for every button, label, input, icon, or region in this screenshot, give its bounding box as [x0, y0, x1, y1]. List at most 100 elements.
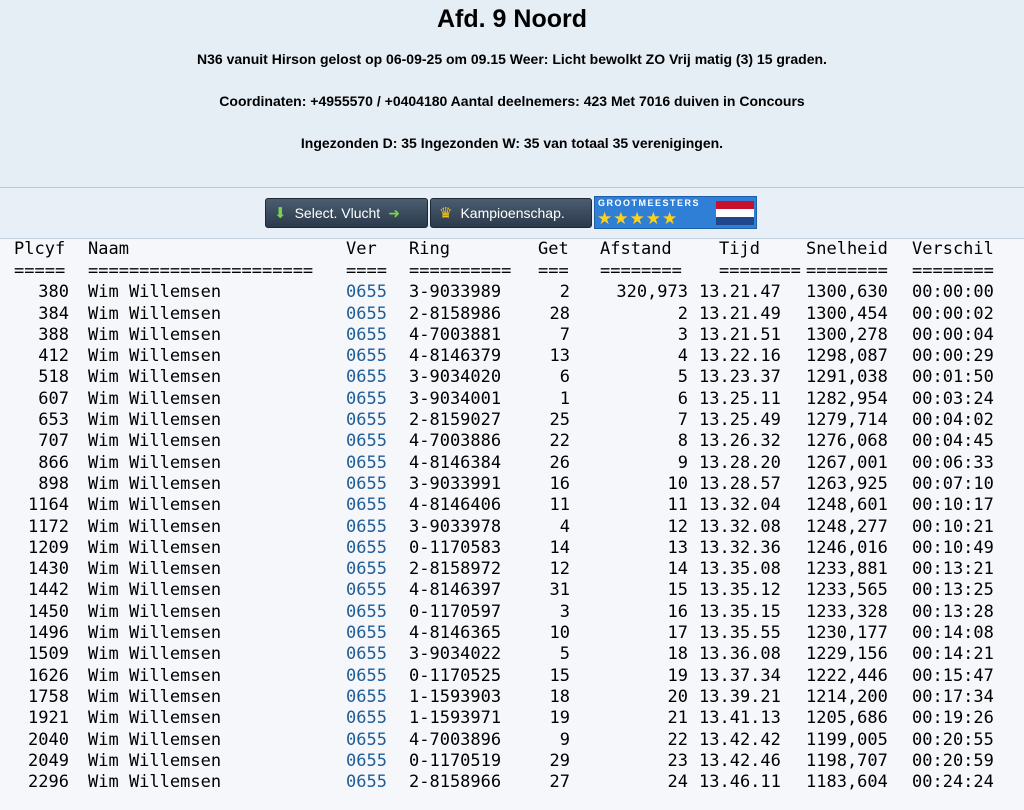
cell-ring: 1-1593903 [409, 686, 502, 707]
cell-time: 13.36.08 [699, 644, 781, 665]
cell-difference: 00:07:10 [912, 473, 994, 494]
cell-distance: 16 [667, 601, 688, 622]
cell-club[interactable]: 0655 [346, 389, 387, 409]
cell-club[interactable]: 0655 [346, 559, 387, 579]
cell-name: Wim Willemsen [88, 324, 222, 345]
cell-difference: 00:00:29 [912, 346, 994, 367]
cell-place: 1758 [28, 686, 69, 707]
cell-name: Wim Willemsen [88, 601, 222, 622]
cell-speed: 1248,601 [806, 495, 888, 516]
cell-place: 380 [38, 282, 69, 303]
table-separator-row: ===== ====================== ==== =========… [0, 261, 1024, 282]
cell-name: Wim Willemsen [88, 708, 222, 729]
separator-difference: ======== [912, 261, 994, 281]
cell-club[interactable]: 0655 [346, 687, 387, 707]
cell-time: 13.21.49 [699, 303, 781, 324]
cell-club[interactable]: 0655 [346, 517, 387, 537]
table-row: 1164 Wim Willemsen 0655 4-8146406 11 11 13.32.… [0, 495, 1024, 516]
cell-speed: 1222,446 [806, 665, 888, 686]
cell-club[interactable]: 0655 [346, 346, 387, 366]
cell-club[interactable]: 0655 [346, 708, 387, 728]
cell-club[interactable]: 0655 [346, 602, 387, 622]
cell-speed: 1229,156 [806, 644, 888, 665]
cell-place: 384 [38, 303, 69, 324]
cell-place: 1442 [28, 580, 69, 601]
cell-club[interactable]: 0655 [346, 474, 387, 494]
cell-club[interactable]: 0655 [346, 580, 387, 600]
coordinates-info: Coordinaten: +4955570 / +0404180 Aantal … [219, 93, 805, 109]
cell-club[interactable]: 0655 [346, 325, 387, 345]
cell-difference: 00:14:08 [912, 623, 994, 644]
cell-club[interactable]: 0655 [346, 304, 387, 324]
cell-club[interactable]: 0655 [346, 410, 387, 430]
table-row: 412 Wim Willemsen 0655 4-8146379 13 4 13.22.16… [0, 346, 1024, 367]
championship-label: Kampioenschap. [460, 205, 565, 221]
cell-time: 13.21.51 [699, 324, 781, 345]
cell-speed: 1233,881 [806, 559, 888, 580]
cell-time: 13.42.46 [699, 750, 781, 771]
cell-place: 1626 [28, 665, 69, 686]
cell-ring: 2-8158966 [409, 772, 502, 793]
cell-time: 13.35.08 [699, 559, 781, 580]
cell-club[interactable]: 0655 [346, 751, 387, 771]
select-flight-button[interactable]: ⬇ Select. Vlucht ➜ [265, 198, 428, 228]
cell-club[interactable]: 0655 [346, 666, 387, 686]
cell-difference: 00:13:28 [912, 601, 994, 622]
cell-time: 13.32.36 [699, 537, 781, 558]
championship-button[interactable]: ♛ Kampioenschap. [430, 198, 592, 228]
cell-place: 1172 [28, 516, 69, 537]
cell-distance: 320,973 [616, 282, 688, 303]
cell-ring: 4-8146379 [409, 346, 502, 367]
cell-speed: 1267,001 [806, 452, 888, 473]
cell-club[interactable]: 0655 [346, 623, 387, 643]
cell-ring: 4-7003886 [409, 431, 502, 452]
cell-time: 13.41.13 [699, 708, 781, 729]
cell-distance: 4 [677, 346, 688, 367]
cell-club[interactable]: 0655 [346, 644, 387, 664]
cell-place: 1164 [28, 495, 69, 516]
cell-time: 13.35.15 [699, 601, 781, 622]
cell-place: 1921 [28, 708, 69, 729]
cell-club[interactable]: 0655 [346, 282, 387, 302]
cell-difference: 00:10:49 [912, 537, 994, 558]
cell-club[interactable]: 0655 [346, 772, 387, 792]
cell-speed: 1198,707 [806, 750, 888, 771]
cell-ring: 0-1170583 [409, 537, 502, 558]
cell-difference: 00:10:21 [912, 516, 994, 537]
separator-get: === [538, 261, 569, 281]
cell-time: 13.32.08 [699, 516, 781, 537]
cell-ring: 3-9034022 [409, 644, 502, 665]
cell-difference: 00:13:25 [912, 580, 994, 601]
cell-time: 13.35.12 [699, 580, 781, 601]
cell-get: 14 [549, 537, 570, 558]
cell-club[interactable]: 0655 [346, 730, 387, 750]
cell-distance: 5 [677, 367, 688, 388]
cell-distance: 6 [677, 388, 688, 409]
button-bar: ⬇ Select. Vlucht ➜ ♛ Kampioenschap. GROO… [0, 188, 1024, 239]
table-row: 1450 Wim Willemsen 0655 0-1170597 3 16 13.35.1… [0, 602, 1024, 623]
table-row: 1758 Wim Willemsen 0655 1-1593903 18 20 13.39.… [0, 687, 1024, 708]
cell-difference: 00:03:24 [912, 388, 994, 409]
cell-club[interactable]: 0655 [346, 367, 387, 387]
cell-club[interactable]: 0655 [346, 495, 387, 515]
cell-distance: 3 [677, 324, 688, 345]
cell-club[interactable]: 0655 [346, 453, 387, 473]
cell-get: 3 [559, 601, 570, 622]
cell-ring: 0-1170597 [409, 601, 502, 622]
cell-difference: 00:20:59 [912, 750, 994, 771]
cell-distance: 18 [667, 644, 688, 665]
arrow-right-icon: ➜ [388, 204, 400, 221]
cell-get: 22 [549, 431, 570, 452]
cell-club[interactable]: 0655 [346, 538, 387, 558]
cell-get: 27 [549, 772, 570, 793]
cell-distance: 7 [677, 410, 688, 431]
cell-club[interactable]: 0655 [346, 431, 387, 451]
table-row: 518 Wim Willemsen 0655 3-9034020 6 5 13.23.37 1… [0, 367, 1024, 388]
grootmeesters-banner[interactable]: GROOTMEESTERS ★★★★★ [594, 196, 757, 229]
cell-place: 707 [38, 431, 69, 452]
cell-distance: 17 [667, 623, 688, 644]
cell-get: 6 [559, 367, 570, 388]
table-row: 1509 Wim Willemsen 0655 3-9034022 5 18 13.36.0… [0, 644, 1024, 665]
cell-get: 1 [559, 388, 570, 409]
entries-info: Ingezonden D: 35 Ingezonden W: 35 van to… [300, 135, 724, 151]
